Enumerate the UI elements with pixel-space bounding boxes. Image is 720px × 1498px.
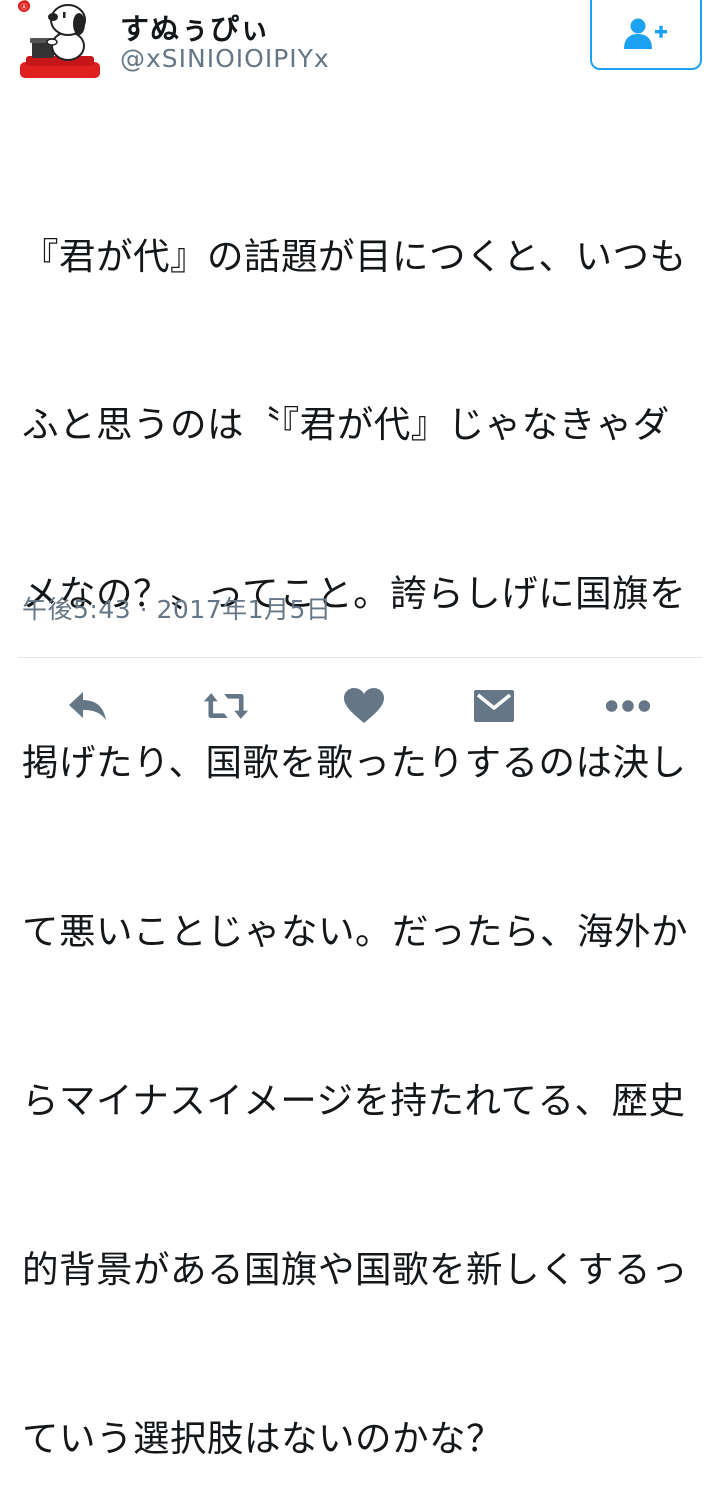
tweet-text-line: 『君が代』の話題が目につくと、いつも: [22, 234, 687, 278]
tweet-header: Ⓐ すぬぅぴぃ @xSINIOIOIPIYx: [0, 0, 720, 100]
snoopy-typewriter-avatar-icon: Ⓐ: [18, 0, 100, 78]
envelope-icon: [474, 690, 514, 722]
tweet-text: 『君が代』の話題が目につくと、いつも ふと思うのは〝『君が代』じゃなきゃダ メな…: [22, 116, 708, 1498]
retweet-icon: [203, 693, 249, 719]
like-button[interactable]: [340, 686, 388, 726]
tweet-text-line: 的背景がある国旗や国歌を新しくするっ: [22, 1247, 688, 1291]
retweet-button[interactable]: [202, 686, 250, 726]
tweet-action-bar: [0, 672, 720, 742]
display-name[interactable]: すぬぅぴぃ: [120, 6, 270, 48]
svg-text:Ⓐ: Ⓐ: [21, 3, 28, 11]
reply-button[interactable]: [64, 686, 112, 726]
divider: [18, 657, 702, 658]
follow-button[interactable]: [590, 0, 702, 70]
heart-icon: [344, 688, 384, 723]
tweet-text-line: 掲げたり、国歌を歌ったりするのは決し: [22, 741, 687, 785]
follow-user-plus-icon: [624, 18, 667, 49]
direct-message-button[interactable]: [470, 686, 518, 726]
user-handle[interactable]: @xSINIOIOIPIYx: [120, 44, 330, 73]
tweet-text-line: ていう選択肢はないのかな？: [22, 1416, 503, 1460]
reply-icon: [69, 692, 106, 720]
more-dots-icon: [605, 700, 651, 712]
tweet-text-line: ふと思うのは〝『君が代』じゃなきゃダ: [22, 403, 670, 447]
more-options-button[interactable]: [604, 686, 652, 726]
tweet-text-line: て悪いことじゃない。だったら、海外か: [22, 910, 688, 954]
tweet-timestamp[interactable]: 午後5:43 · 2017年1月5日: [22, 590, 331, 626]
tweet-text-line: らマイナスイメージを持たれてる、歴史: [22, 1079, 686, 1123]
avatar[interactable]: Ⓐ: [16, 0, 104, 82]
